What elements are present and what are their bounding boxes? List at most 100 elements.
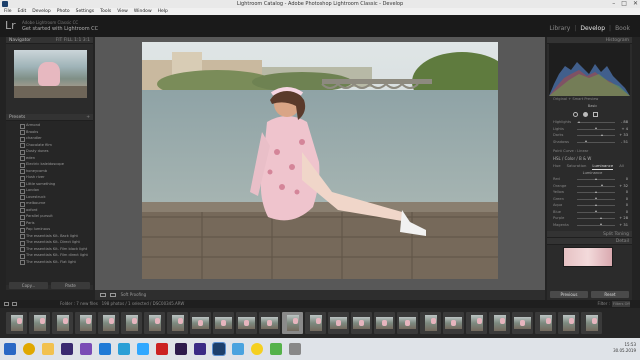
filmstrip-thumbnail[interactable] xyxy=(6,312,27,334)
filmstrip-thumbnail[interactable] xyxy=(305,312,326,334)
soft-proofing-toggle[interactable]: Soft Proofing xyxy=(121,292,147,297)
reset-button[interactable]: Reset xyxy=(591,291,629,298)
filmstrip-thumbnail[interactable] xyxy=(52,312,73,334)
slider-track[interactable] xyxy=(577,122,615,123)
filmstrip-thumbnail[interactable] xyxy=(397,312,418,334)
system-tray[interactable]: 15:53 30.05.2019 xyxy=(613,342,636,354)
premiere-pro-icon[interactable] xyxy=(175,343,187,355)
slider-knob[interactable] xyxy=(594,190,597,193)
slider-track[interactable] xyxy=(577,135,615,136)
filmstrip-thumbnail[interactable] xyxy=(489,312,510,334)
menu-help[interactable]: Help xyxy=(156,8,170,15)
slider-knob[interactable] xyxy=(584,140,587,142)
filmstrip-thumbnail[interactable] xyxy=(144,312,165,334)
minimize-icon[interactable]: – xyxy=(612,0,615,8)
start-icon[interactable] xyxy=(4,343,16,355)
filter-dropdown[interactable]: Filters Off xyxy=(612,301,630,307)
after-effects-icon[interactable] xyxy=(194,343,206,355)
loupe-view-icon[interactable] xyxy=(100,293,106,297)
slider-track[interactable] xyxy=(577,141,615,143)
filmstrip-thumbnail[interactable] xyxy=(351,312,372,334)
slider-knob[interactable] xyxy=(594,203,597,206)
grid-view-icon[interactable] xyxy=(4,302,9,306)
filmstrip-thumbnail[interactable] xyxy=(236,312,257,334)
menu-edit[interactable]: Edit xyxy=(16,8,29,15)
close-icon[interactable]: ✕ xyxy=(633,0,638,8)
filmstrip-thumbnail[interactable] xyxy=(374,312,395,334)
paste-button[interactable]: Paste xyxy=(51,282,90,289)
photoshop-icon[interactable] xyxy=(137,343,149,355)
slider-row[interactable]: Shadows - 51 xyxy=(547,139,632,146)
module-book[interactable]: Book xyxy=(615,25,630,32)
detail-header[interactable]: Detail xyxy=(547,238,632,245)
slider-knob[interactable] xyxy=(594,210,597,212)
add-preset-icon[interactable]: + xyxy=(86,114,90,121)
preset-item[interactable]: The essentials Kit- Flat light xyxy=(6,259,93,266)
slider-knob[interactable] xyxy=(599,216,602,219)
tab-saturation[interactable]: Saturation xyxy=(567,162,587,170)
slider-knob[interactable] xyxy=(600,223,603,225)
filmstrip-thumbnail[interactable] xyxy=(167,312,188,334)
filmstrip-thumbnail[interactable] xyxy=(443,312,464,334)
chrome-icon[interactable] xyxy=(23,343,35,355)
slider-track[interactable] xyxy=(577,218,615,219)
menu-develop[interactable]: Develop xyxy=(30,8,53,15)
graduated-filter-icon[interactable] xyxy=(593,112,598,117)
filmstrip-thumbnail[interactable] xyxy=(213,312,234,334)
red-eye-icon[interactable] xyxy=(583,112,588,117)
point-curve-label[interactable]: Point Curve : Linear xyxy=(547,148,632,155)
menu-settings[interactable]: Settings xyxy=(74,8,96,15)
copy-button[interactable]: Copy... xyxy=(9,282,48,289)
navigator-header[interactable]: Navigator FIT FILL 1:1 3:1 xyxy=(6,37,93,44)
premiere-icon[interactable] xyxy=(61,343,73,355)
explorer-icon[interactable] xyxy=(42,343,54,355)
tab-luminance[interactable]: Luminance xyxy=(592,162,614,170)
filmstrip-thumbnail[interactable] xyxy=(75,312,96,334)
filmstrip-thumbnail[interactable] xyxy=(535,312,556,334)
opera-icon[interactable] xyxy=(156,343,168,355)
presets-header[interactable]: Presets + xyxy=(6,114,93,121)
navigator-preview[interactable] xyxy=(14,50,87,98)
slider-knob[interactable] xyxy=(600,184,603,186)
navigator-zoom-options[interactable]: FIT FILL 1:1 3:1 xyxy=(56,37,90,44)
menu-file[interactable]: File xyxy=(2,8,14,15)
slider-knob[interactable] xyxy=(600,133,603,136)
get-started-link[interactable]: Get started with Lightroom CC xyxy=(22,26,98,32)
before-after-icon[interactable] xyxy=(110,293,117,297)
vpn-icon[interactable] xyxy=(232,343,244,355)
tab-all[interactable]: All xyxy=(619,162,624,170)
filmstrip-thumbnail[interactable] xyxy=(190,312,211,334)
word-icon[interactable] xyxy=(99,343,111,355)
filmstrip-thumbnail[interactable] xyxy=(420,312,441,334)
module-develop[interactable]: Develop xyxy=(580,25,605,32)
slider-track[interactable] xyxy=(577,185,615,187)
slider-track[interactable] xyxy=(577,224,615,226)
filmstrip-thumbnail[interactable] xyxy=(466,312,487,334)
module-library[interactable]: Library xyxy=(549,25,570,32)
slider-knob[interactable] xyxy=(577,120,580,123)
maximize-icon[interactable]: □ xyxy=(621,0,627,8)
slider-knob[interactable] xyxy=(594,177,597,180)
second-window-icon[interactable] xyxy=(12,302,17,306)
filmstrip-thumbnail[interactable] xyxy=(282,312,303,334)
menu-view[interactable]: View xyxy=(115,8,130,15)
lightroom-taskbar-icon[interactable] xyxy=(212,342,226,356)
filmstrip-thumbnail[interactable] xyxy=(121,312,142,334)
main-photo[interactable] xyxy=(142,42,498,279)
detail-preview[interactable] xyxy=(563,247,613,267)
filmstrip-thumbnail[interactable] xyxy=(259,312,280,334)
filmstrip-thumbnail[interactable] xyxy=(558,312,579,334)
filmstrip-thumbnail[interactable] xyxy=(581,312,602,334)
utorrent-icon[interactable] xyxy=(270,343,282,355)
menu-photo[interactable]: Photo xyxy=(55,8,72,15)
slider-knob[interactable] xyxy=(594,197,597,199)
filmstrip-thumbnail[interactable] xyxy=(29,312,50,334)
app-icon-extra[interactable] xyxy=(289,343,301,355)
spot-removal-icon[interactable] xyxy=(573,112,578,117)
folder-label[interactable]: Folder : 7 new files xyxy=(60,301,98,306)
split-toning-header[interactable]: Split Toning xyxy=(547,231,632,238)
filmstrip-thumbnail[interactable] xyxy=(512,312,533,334)
viber-icon[interactable] xyxy=(80,343,92,355)
hsl-header[interactable]: HSL / Color / B & W xyxy=(547,155,632,162)
slider-row[interactable]: Magenta + 31 xyxy=(547,222,632,229)
